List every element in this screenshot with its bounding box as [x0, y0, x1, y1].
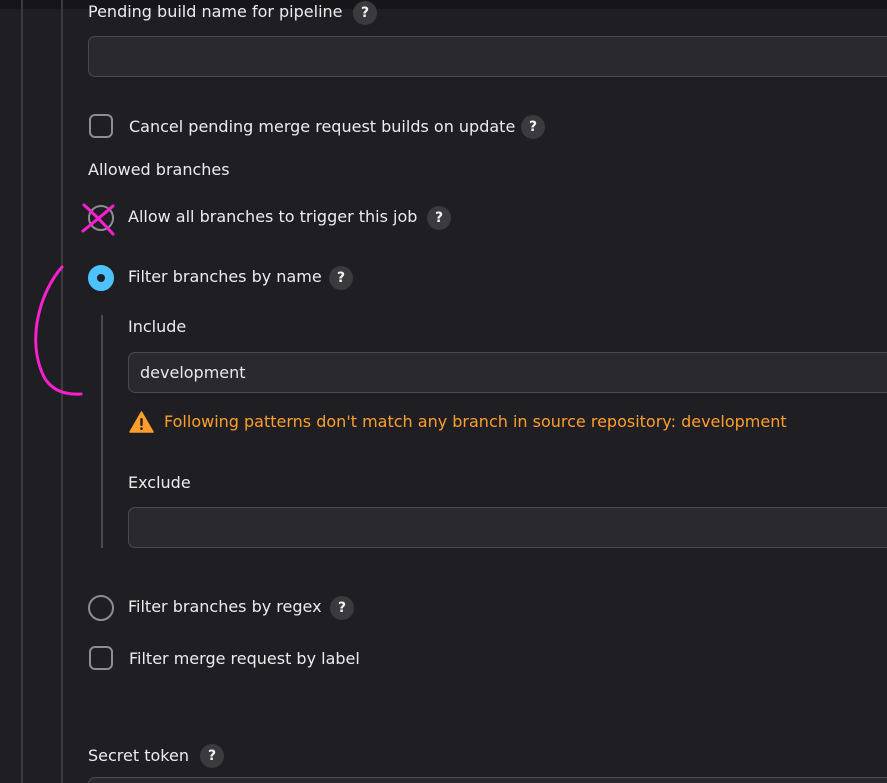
filter-by-name-radio[interactable] — [88, 265, 114, 291]
pending-build-name-help-icon[interactable]: ? — [353, 1, 377, 25]
filter-by-name-help-icon[interactable]: ? — [329, 266, 353, 290]
pending-build-name-field[interactable] — [88, 36, 887, 77]
filter-by-label-checkbox[interactable] — [89, 646, 113, 670]
filter-by-name-label[interactable]: Filter branches by name — [128, 267, 322, 287]
exclude-input[interactable] — [129, 508, 887, 547]
allowed-branches-heading: Allowed branches — [88, 160, 230, 179]
include-label: Include — [128, 317, 187, 336]
pending-build-name-input[interactable] — [89, 37, 887, 76]
cancel-pending-help-icon[interactable]: ? — [521, 115, 545, 139]
include-warning-message: Following patterns don't match any branc… — [164, 412, 787, 431]
nesting-guide-line — [21, 0, 23, 783]
filter-by-regex-radio[interactable] — [88, 595, 114, 621]
pending-build-name-label: Pending build name for pipeline — [88, 2, 343, 21]
warning-triangle-icon — [129, 411, 154, 433]
allow-all-branches-label[interactable]: Allow all branches to trigger this job — [128, 207, 417, 227]
nesting-guide-line — [61, 0, 63, 783]
secret-token-field[interactable] — [88, 777, 887, 783]
config-page: Pending build name for pipeline ? Cancel… — [0, 0, 887, 783]
exclude-field[interactable] — [128, 507, 887, 548]
allow-all-branches-radio[interactable] — [88, 205, 114, 231]
secret-token-help-icon[interactable]: ? — [200, 744, 224, 768]
exclude-label: Exclude — [128, 473, 191, 492]
allow-all-branches-help-icon[interactable]: ? — [427, 206, 451, 230]
filter-by-regex-label[interactable]: Filter branches by regex — [128, 597, 322, 617]
include-input[interactable] — [129, 353, 887, 392]
filter-by-label-label[interactable]: Filter merge request by label — [129, 649, 360, 669]
annotation-bracket — [34, 265, 83, 396]
cancel-pending-checkbox[interactable] — [89, 114, 113, 138]
include-field[interactable] — [128, 352, 887, 393]
filter-by-regex-help-icon[interactable]: ? — [330, 596, 354, 620]
secret-token-label: Secret token — [88, 746, 189, 765]
nested-section-bar — [101, 315, 103, 548]
cancel-pending-label[interactable]: Cancel pending merge request builds on u… — [129, 117, 515, 137]
